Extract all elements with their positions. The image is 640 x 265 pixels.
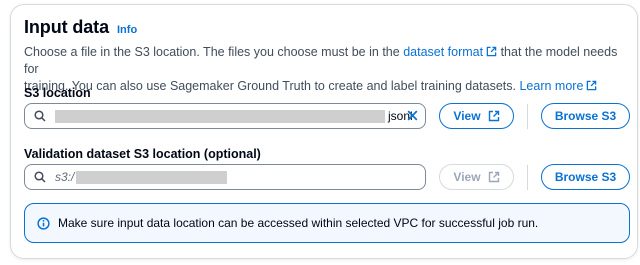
browse-button-label: Browse S3 [554,109,617,123]
s3-location-input[interactable]: jsonl [24,103,426,129]
learn-more-link-label: Learn more [519,79,584,93]
validation-location-value-prefix: s3:/ [55,170,75,184]
input-data-panel: Input data Info Choose a file in the S3 … [10,4,638,259]
divider [527,165,528,190]
vpc-info-alert: Make sure input data location can be acc… [24,203,630,243]
external-link-icon [486,46,497,57]
dataset-format-link-label: dataset format [403,45,484,59]
external-link-icon [488,171,499,183]
page-title: Input data [24,17,109,37]
description-text-3: training. You can also use Sagemaker Gro… [24,79,516,93]
s3-location-label: S3 location [24,86,91,100]
view-validation-location-button: View [439,164,514,190]
info-link[interactable]: Info [117,24,137,36]
browse-s3-validation-button[interactable]: Browse S3 [541,164,630,190]
panel-header: Input data Info [24,17,137,38]
description-text-1: Choose a file in the S3 location. The fi… [24,45,400,59]
divider [527,104,528,129]
redacted-value [76,171,227,184]
clear-icon[interactable] [406,109,419,122]
alert-text: Make sure input data location can be acc… [58,216,539,230]
validation-location-input[interactable]: s3:/ [24,164,426,190]
redacted-value [55,110,385,123]
learn-more-link[interactable]: Learn more [519,79,597,93]
browse-button-label: Browse S3 [554,170,617,184]
panel-description: Choose a file in the S3 location. The fi… [24,44,624,95]
search-icon [34,171,46,183]
view-button-label: View [453,109,481,123]
validation-location-label: Validation dataset S3 location (optional… [24,147,261,161]
view-button-label: View [453,170,481,184]
external-link-icon [587,80,597,91]
browse-s3-button[interactable]: Browse S3 [541,103,630,129]
dataset-format-link[interactable]: dataset format [403,45,497,59]
view-s3-location-button[interactable]: View [439,103,514,129]
external-link-icon [488,110,499,122]
search-icon [34,110,46,122]
info-circle-icon [37,217,50,230]
